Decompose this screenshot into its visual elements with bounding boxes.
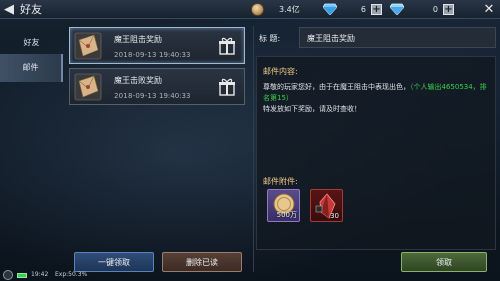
mail-time: 19:40:33 <box>159 92 191 100</box>
gift-icon <box>219 37 235 55</box>
mail-body-text: 尊敬的玩家您好，由于在魔王阻击中表现出色， <box>263 83 410 91</box>
mail-date: 2018-09-13 <box>114 51 157 59</box>
tab-mail[interactable]: 邮件 <box>0 54 63 82</box>
top-bar: ◀ 好友 3.4亿 6 + 0 + ✕ <box>0 0 500 19</box>
mail-time: 19:40:33 <box>159 51 191 59</box>
status-time: 19:42 <box>31 271 49 278</box>
back-arrow-icon[interactable]: ◀ <box>2 2 16 17</box>
bound-gem-count: 0 <box>432 5 438 14</box>
gem-icon <box>323 3 337 15</box>
add-gem-button[interactable]: + <box>371 4 382 15</box>
battery-icon <box>17 273 27 278</box>
mail-item[interactable]: 魔王击败奖励 2018-09-13 19:40:33 <box>69 68 245 105</box>
detail-title: 魔王阻击奖励 <box>307 34 355 43</box>
crystal-icon <box>315 193 336 219</box>
mail-date: 2018-09-13 <box>114 92 157 100</box>
game-screen: ◀ 好友 3.4亿 6 + 0 + ✕ 好友 邮件 魔王阻击奖励 2018-09… <box>0 0 500 281</box>
attachment-crystal[interactable]: 30 <box>310 189 343 222</box>
mail-body: 尊敬的玩家您好，由于在魔王阻击中表现出色，（个人输出4650534，排名第15）… <box>263 82 489 115</box>
mail-title: 魔王阻击奖励 <box>114 35 162 44</box>
status-bar: 19:42 Exp:50.3% <box>0 269 140 281</box>
gold-coin-icon <box>251 3 264 16</box>
content-label: 邮件内容: <box>263 67 298 76</box>
attachment-qty: 500万 <box>276 211 297 219</box>
status-exp: Exp:50.3% <box>55 271 88 278</box>
claim-button[interactable]: 领取 <box>401 252 487 272</box>
delete-read-button[interactable]: 删除已读 <box>162 252 242 272</box>
gem-count: 6 <box>360 5 366 14</box>
gift-icon <box>219 78 235 96</box>
currency-amount: 3.4亿 <box>279 5 300 14</box>
close-icon[interactable]: ✕ <box>481 2 497 17</box>
attachment-gold[interactable]: 500万 <box>267 189 300 222</box>
bound-gem-icon <box>390 3 404 15</box>
screen-title: 好友 <box>20 3 42 16</box>
mail-title: 魔王击败奖励 <box>114 76 162 85</box>
attachment-qty: 30 <box>330 212 339 220</box>
mail-item[interactable]: 魔王阻击奖励 2018-09-13 19:40:33 <box>69 27 245 64</box>
envelope-icon <box>74 32 102 60</box>
attach-label: 邮件附件: <box>263 177 298 186</box>
envelope-icon <box>74 73 102 101</box>
settings-icon[interactable] <box>3 270 13 280</box>
tab-friends[interactable]: 好友 <box>0 29 63 57</box>
detail-title-label: 标 题: <box>259 34 281 43</box>
panel-divider <box>253 26 254 272</box>
add-bound-gem-button[interactable]: + <box>443 4 454 15</box>
mail-body-text-2: 特发放如下奖励，请及时查收！ <box>263 105 361 113</box>
